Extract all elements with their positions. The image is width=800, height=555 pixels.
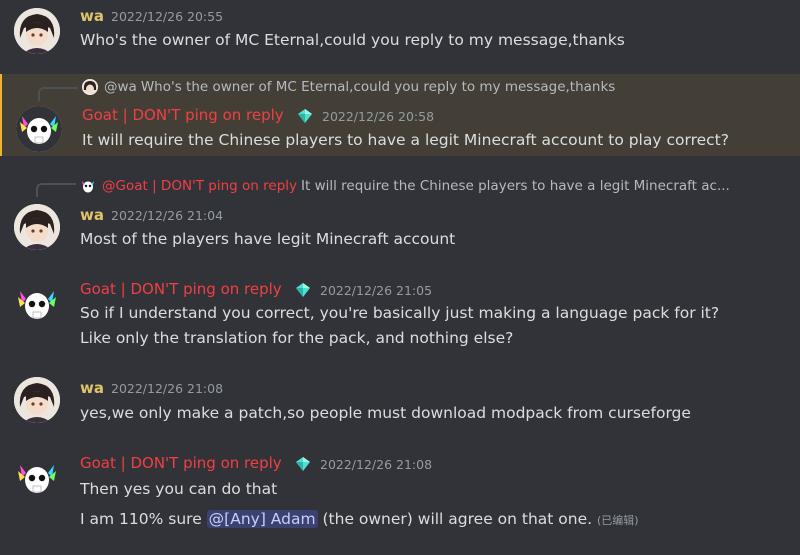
- message-text-with-mention: I am 110% sure @[Any] Adam (the owner) w…: [80, 510, 639, 528]
- timestamp: 2022/12/26 20:55: [111, 9, 224, 24]
- avatar-goat[interactable]: [14, 281, 60, 327]
- edited-label: (已编辑): [597, 514, 639, 527]
- author-name[interactable]: Goat | DON'T ping on reply: [80, 280, 282, 298]
- timestamp: 2022/12/26 21:08: [111, 381, 224, 396]
- reply-text: It will require the Chinese players to h…: [301, 178, 730, 194]
- reply-text: Who's the owner of MC Eternal,could you …: [140, 79, 616, 95]
- diamond-gem-icon[interactable]: [295, 282, 311, 298]
- reply-preview[interactable]: @Goat | DON'T ping on reply It will requ…: [80, 178, 730, 194]
- author-name[interactable]: Goat | DON'T ping on reply: [80, 454, 282, 472]
- timestamp: 2022/12/26 21:08: [320, 457, 433, 472]
- author-name[interactable]: wa: [80, 206, 104, 224]
- diamond-gem-icon[interactable]: [297, 108, 313, 124]
- diamond-gem-icon[interactable]: [295, 456, 311, 472]
- timestamp: 2022/12/26 21:05: [320, 283, 433, 298]
- message: wa 2022/12/26 21:08 yes,we only make a p…: [0, 370, 800, 440]
- author-name[interactable]: wa: [80, 7, 104, 25]
- message: Goat | DON'T ping on reply 2022/12/26 21…: [0, 272, 800, 362]
- timestamp: 2022/12/26 20:58: [322, 109, 435, 124]
- message-text: Like only the translation for the pack, …: [80, 329, 514, 347]
- reply-spine: [38, 87, 78, 101]
- avatar-wa[interactable]: [14, 377, 60, 423]
- timestamp: 2022/12/26 21:04: [111, 208, 224, 223]
- text-segment: I am 110% sure: [80, 510, 207, 528]
- message-text: So if I understand you correct, you're b…: [80, 304, 720, 322]
- message-text: yes,we only make a patch,so people must …: [80, 404, 691, 422]
- message: Goat | DON'T ping on reply 2022/12/26 21…: [0, 446, 800, 546]
- message-text: It will require the Chinese players to h…: [82, 131, 729, 149]
- reply-preview[interactable]: @wa Who's the owner of MC Eternal,could …: [82, 79, 615, 95]
- message: wa 2022/12/26 20:55 Who's the owner of M…: [0, 0, 800, 70]
- avatar-wa[interactable]: [14, 8, 60, 54]
- message-text: Who's the owner of MC Eternal,could you …: [80, 31, 625, 49]
- reply-author[interactable]: @Goat | DON'T ping on reply: [102, 178, 297, 194]
- reply-avatar-wa: [82, 79, 98, 95]
- avatar-goat[interactable]: [16, 106, 62, 152]
- message-text: Then yes you can do that: [80, 480, 278, 498]
- message-text: Most of the players have legit Minecraft…: [80, 230, 456, 248]
- message-highlighted: @wa Who's the owner of MC Eternal,could …: [0, 74, 800, 156]
- reply-author[interactable]: @wa: [104, 79, 137, 95]
- avatar-wa[interactable]: [14, 204, 60, 250]
- text-segment: (the owner) will agree on that one.: [317, 510, 593, 528]
- message: @Goat | DON'T ping on reply It will requ…: [0, 172, 800, 262]
- author-name[interactable]: Goat | DON'T ping on reply: [82, 106, 284, 124]
- reply-avatar-goat: [80, 178, 96, 194]
- reply-spine: [36, 183, 76, 197]
- user-mention[interactable]: @[Any] Adam: [206, 510, 318, 528]
- avatar-goat[interactable]: [14, 455, 60, 501]
- author-name[interactable]: wa: [80, 379, 104, 397]
